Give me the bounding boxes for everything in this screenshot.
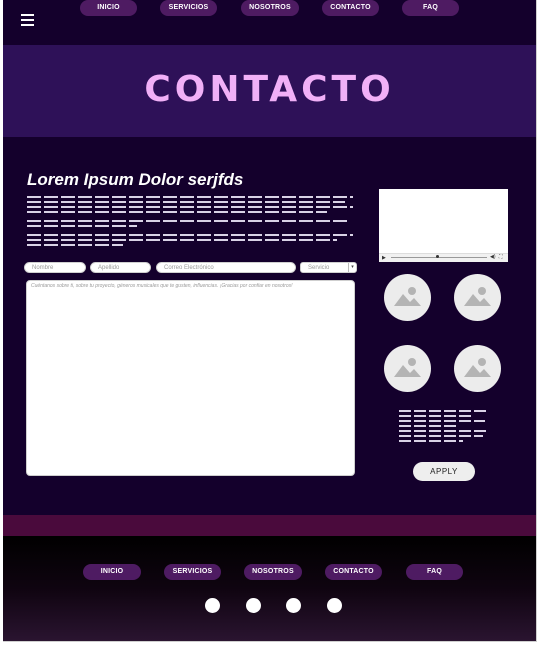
volume-icon[interactable]: ◀): [490, 254, 496, 260]
footer-nav-inicio[interactable]: INICIO: [83, 564, 141, 580]
video-progress-track[interactable]: [391, 257, 487, 258]
section-title: Lorem Ipsum Dolor serjfds: [27, 170, 244, 189]
servicio-select[interactable]: Servicio ▾: [300, 262, 357, 273]
page-title: CONTACTO: [144, 69, 395, 110]
apellido-field[interactable]: Apellido: [90, 262, 151, 273]
page-frame: INICIO SERVICIOS NOSOTROS CONTACTO FAQ C…: [3, 0, 537, 642]
nav-faq[interactable]: FAQ: [402, 0, 459, 16]
image-placeholder-icon: [454, 345, 501, 392]
servicio-select-label: Servicio: [308, 265, 330, 271]
footer-nav-nosotros[interactable]: NOSOTROS: [244, 564, 302, 580]
play-icon[interactable]: ▶: [382, 255, 386, 261]
message-placeholder: Cuéntanos sobre ti, sobre tu proyecto, g…: [31, 283, 293, 289]
message-textarea[interactable]: Cuéntanos sobre ti, sobre tu proyecto, g…: [26, 280, 355, 476]
placeholder-paragraph: [27, 196, 355, 249]
video-player[interactable]: ▶ ◀) ⛶: [379, 189, 508, 262]
side-placeholder-text: [399, 410, 491, 445]
image-placeholder-icon: [454, 274, 501, 321]
footer: INICIO SERVICIOS NOSOTROS CONTACTO FAQ: [3, 536, 536, 641]
social-dot-icon[interactable]: [286, 598, 301, 613]
image-placeholder-icon: [384, 345, 431, 392]
apply-button[interactable]: APPLY: [413, 462, 475, 481]
footer-nav-contacto[interactable]: CONTACTO: [325, 564, 382, 580]
footer-nav-servicios[interactable]: SERVICIOS: [164, 564, 221, 580]
social-dot-icon[interactable]: [205, 598, 220, 613]
contact-section: Lorem Ipsum Dolor serjfds Nombre Apellid…: [3, 137, 536, 515]
nav-servicios[interactable]: SERVICIOS: [160, 0, 217, 16]
image-placeholder-icon: [384, 274, 431, 321]
hamburger-icon[interactable]: [21, 14, 34, 26]
video-controls: ▶ ◀) ⛶: [379, 253, 508, 262]
hero-banner: CONTACTO: [3, 45, 536, 137]
nav-inicio[interactable]: INICIO: [80, 0, 137, 16]
nav-nosotros[interactable]: NOSOTROS: [241, 0, 299, 16]
nombre-field[interactable]: Nombre: [24, 262, 86, 273]
chevron-down-icon: ▾: [348, 263, 356, 272]
footer-nav-faq[interactable]: FAQ: [406, 564, 463, 580]
email-field[interactable]: Correo Electrónico: [156, 262, 296, 273]
nav-contacto[interactable]: CONTACTO: [322, 0, 379, 16]
social-dot-icon[interactable]: [246, 598, 261, 613]
top-navbar: INICIO SERVICIOS NOSOTROS CONTACTO FAQ: [3, 0, 536, 45]
social-dot-icon[interactable]: [327, 598, 342, 613]
video-progress-knob[interactable]: [436, 255, 439, 258]
divider-stripe: [3, 515, 536, 536]
fullscreen-icon[interactable]: ⛶: [499, 254, 503, 260]
